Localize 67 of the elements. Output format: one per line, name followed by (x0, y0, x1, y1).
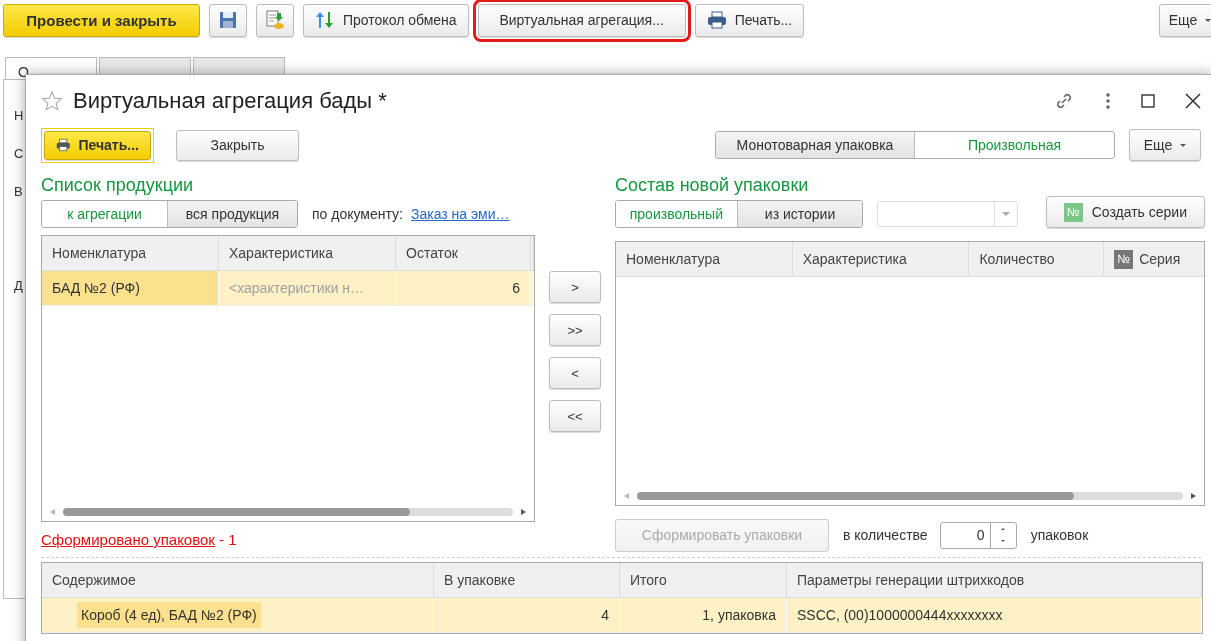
status-message: Сформировано упаковок - 1 (41, 531, 237, 550)
more-icon[interactable] (1105, 93, 1111, 109)
more-button[interactable]: Еще (1159, 3, 1211, 37)
caret-icon (1180, 143, 1187, 147)
up-down-arrows-icon (315, 11, 335, 29)
caret-icon (1205, 18, 1211, 22)
field-label: Д (14, 278, 23, 294)
table-cell: <характеристики н… (219, 271, 396, 305)
number-sign-icon: № (1063, 202, 1083, 222)
column-header[interactable]: Характеристика (219, 236, 396, 270)
quantity-label: в количестве (843, 527, 928, 543)
table-cell: SSCC, (00)1000000444xxxxxxxx (787, 598, 1202, 632)
table-cell: 1, упаковка (620, 598, 787, 632)
field-label: С (14, 146, 24, 162)
number-sign-icon: № (1114, 249, 1134, 269)
section-heading: Список продукции (41, 174, 195, 197)
move-button[interactable]: >> (549, 314, 601, 346)
scroll-left-icon[interactable] (624, 493, 629, 499)
column-header[interactable]: Содержимое (42, 563, 434, 597)
pack-type-option[interactable]: Произвольная (914, 132, 1114, 158)
pack-type-option[interactable]: Монотоварная упаковка (716, 132, 914, 158)
column-header[interactable]: Итого (620, 563, 787, 597)
print-button[interactable]: Печать... (694, 3, 805, 37)
column-header[interactable]: Номенклатура (616, 242, 793, 276)
window-title: Виртуальная агрегация бады * (73, 88, 387, 114)
column-header[interactable]: № Серия (1104, 242, 1204, 276)
move-button[interactable]: << (549, 400, 601, 432)
packages-link[interactable]: Сформировано упаковок (41, 531, 215, 548)
document-arrow-icon (265, 10, 285, 30)
quantity-field[interactable]: 0 (939, 521, 1017, 549)
maximize-icon[interactable] (1141, 94, 1155, 108)
scroll-right-icon[interactable] (1191, 493, 1196, 499)
unit-label: упаковок (1030, 527, 1089, 543)
column-header[interactable]: Номенклатура (42, 236, 219, 270)
move-button[interactable]: > (549, 271, 601, 303)
create-series-button[interactable]: № Создать серии (1045, 196, 1205, 228)
document-link[interactable]: Заказ на эми… (410, 206, 510, 222)
caret-icon (1001, 212, 1010, 216)
table-cell: Короб (4 ед), БАД №2 (РФ) (77, 602, 261, 628)
printer-icon (56, 136, 71, 154)
column-header[interactable]: Остаток (396, 236, 531, 270)
filter-option[interactable]: вся продукция (167, 201, 297, 227)
move-button[interactable]: < (549, 357, 601, 389)
column-header[interactable]: В упаковке (434, 563, 620, 597)
field-label: Н (14, 108, 24, 124)
close-icon[interactable] (1185, 93, 1201, 109)
column-header[interactable]: Количество (969, 242, 1105, 276)
more-button[interactable]: Еще (1129, 129, 1201, 161)
table-cell: 6 (396, 271, 531, 305)
field-label: В (14, 184, 23, 200)
print-button[interactable]: Печать... (44, 130, 151, 160)
printer-icon (706, 11, 727, 29)
close-button[interactable]: Закрыть (176, 129, 299, 161)
document-label: по документу: (312, 206, 403, 222)
dropdown-field[interactable] (877, 201, 1018, 227)
column-header[interactable]: Параметры генерации штрихкодов (787, 563, 1202, 597)
save-button[interactable] (209, 3, 247, 37)
post-and-close-button[interactable]: Провести и закрыть (3, 3, 200, 37)
column-header[interactable]: Характеристика (792, 242, 970, 276)
exchange-log-button[interactable]: Протокол обмена (303, 3, 469, 37)
scroll-left-icon[interactable] (50, 509, 55, 515)
load-button[interactable] (256, 3, 294, 37)
mode-option[interactable]: из истории (736, 201, 863, 227)
table-cell: 4 (434, 598, 620, 632)
section-heading: Состав новой упаковки (615, 174, 810, 197)
scroll-right-icon[interactable] (521, 509, 526, 515)
table-cell: БАД №2 (РФ) (42, 271, 219, 305)
